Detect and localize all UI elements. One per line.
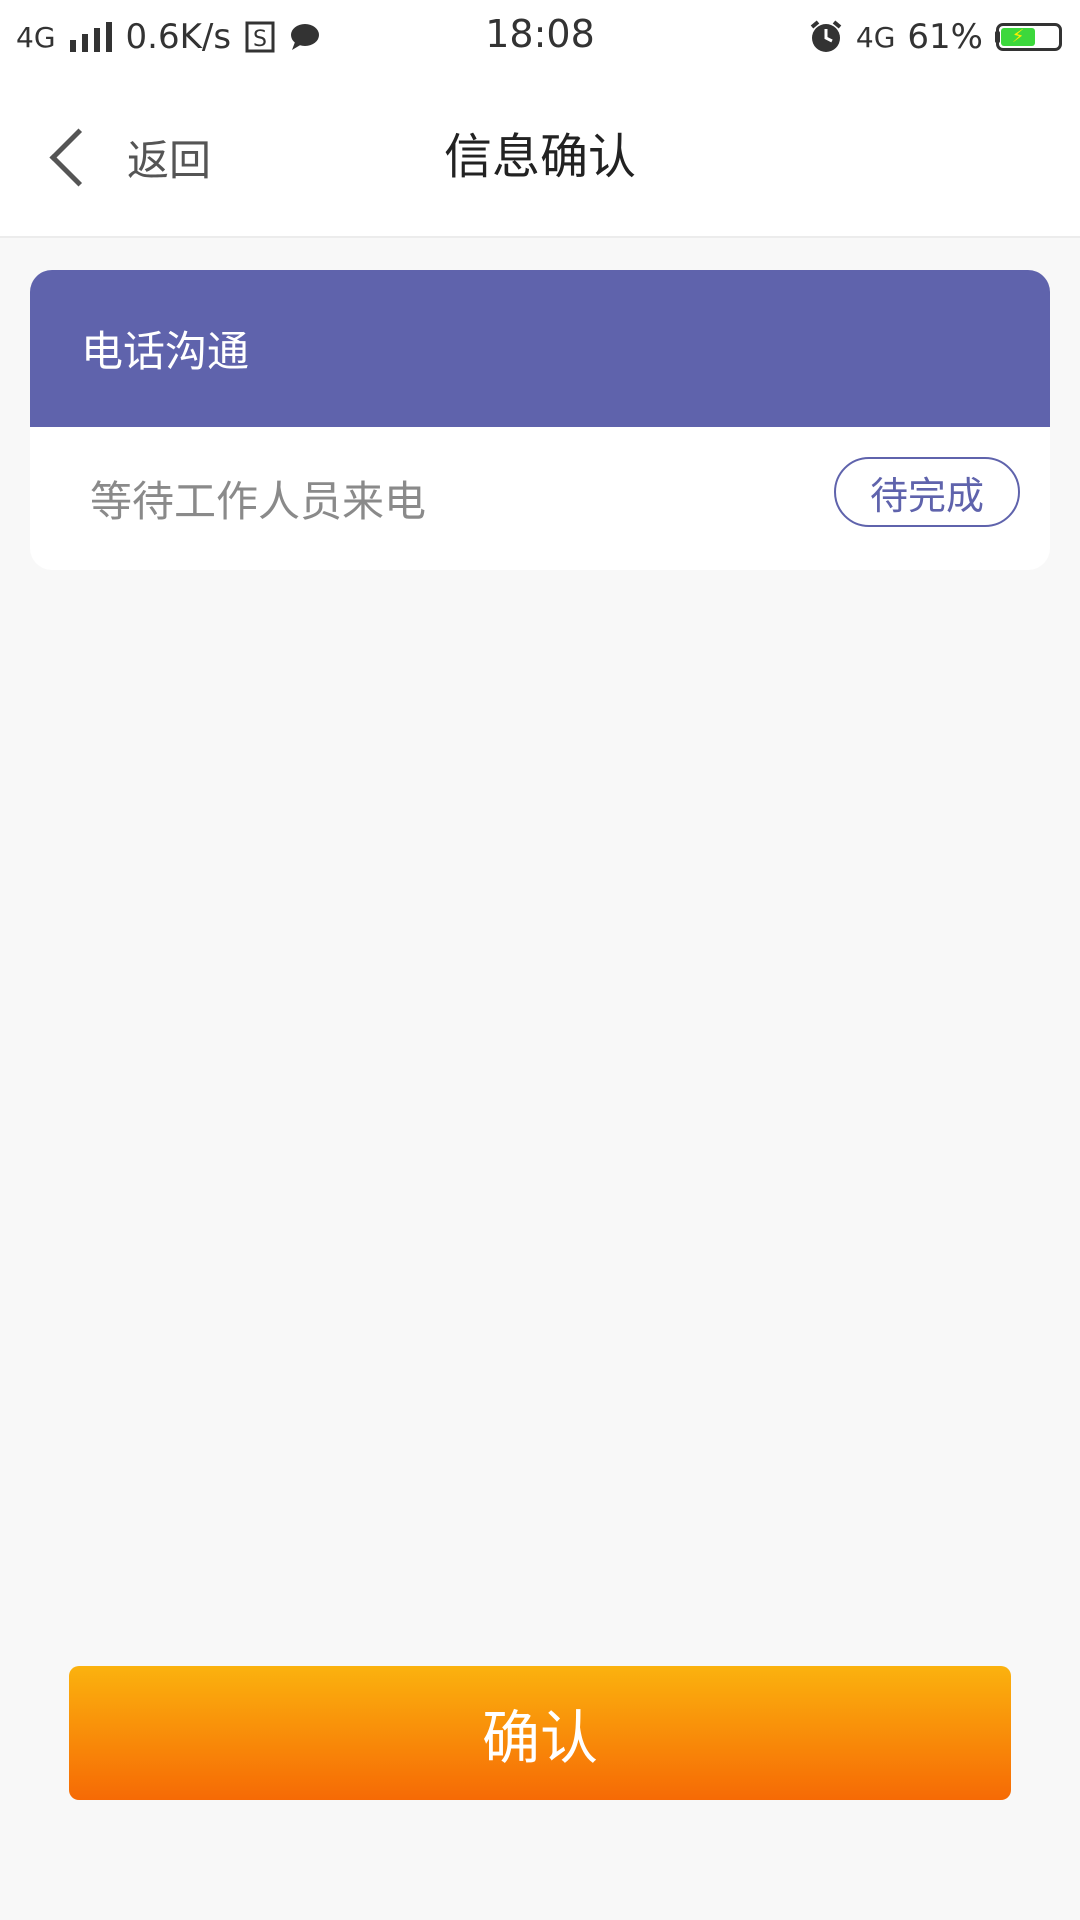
back-label: 返回 xyxy=(127,135,212,185)
card-row-text: 等待工作人员来电 xyxy=(90,477,427,526)
confirm-button[interactable]: 确认 xyxy=(69,1666,1011,1800)
alarm-icon xyxy=(810,20,842,52)
status-badge: 待完成 xyxy=(834,457,1020,527)
status-right: 4G 61% ⚡ xyxy=(808,14,1062,60)
card-header: 电话沟通 xyxy=(30,270,1050,427)
battery: ⚡ xyxy=(996,23,1062,51)
nav-bar: 返回 信息确认 xyxy=(0,75,1080,238)
battery-fill: ⚡ xyxy=(1001,28,1036,46)
battery-charging-icon: ⚡ xyxy=(995,23,1062,51)
card-row: 等待工作人员来电 待完成 xyxy=(30,427,1050,570)
chevron-left-icon xyxy=(49,128,108,186)
status-bar: 4G 0.6K/s S 18:08 4G 61% ⚡ xyxy=(0,0,1080,75)
back-button[interactable]: 返回 xyxy=(44,125,211,189)
network-type-right: 4G xyxy=(855,20,896,54)
battery-percent: 61% xyxy=(907,17,983,57)
screen: 4G 0.6K/s S 18:08 4G 61% ⚡ 返回 信息确认 电话沟通 … xyxy=(0,0,1080,1920)
phone-communication-card: 电话沟通 等待工作人员来电 待完成 xyxy=(30,270,1050,570)
